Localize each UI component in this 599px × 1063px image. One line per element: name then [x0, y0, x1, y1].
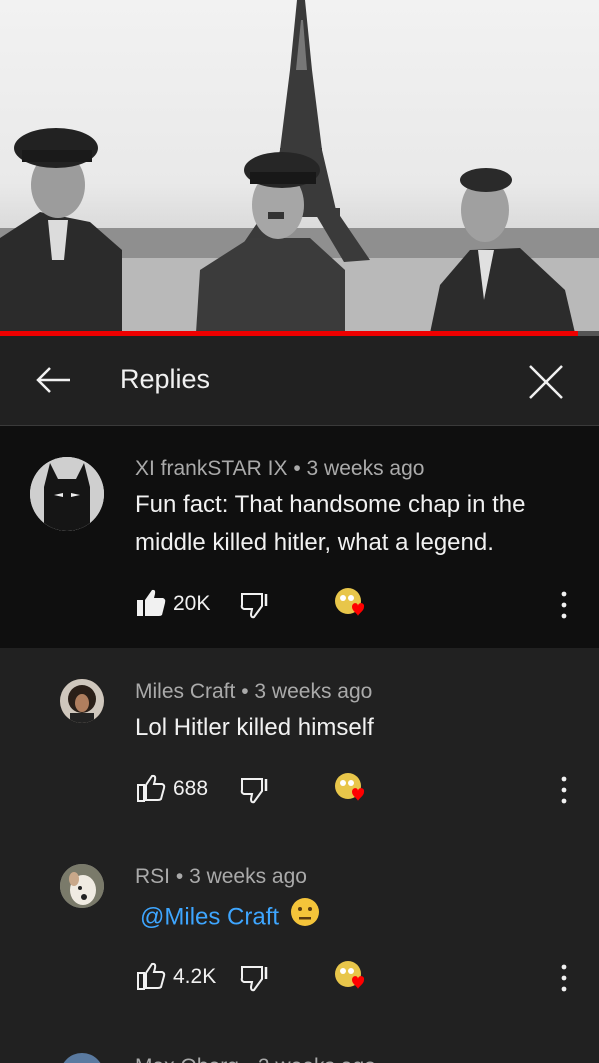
comment-author[interactable]: Miles Craft: [135, 680, 235, 703]
dislike-button[interactable]: [240, 590, 270, 620]
dislike-icon: [240, 966, 268, 992]
comment-meta: Miles Craft • 3 weeks ago: [135, 680, 372, 704]
dislike-icon: [240, 778, 268, 804]
comment-text: @Miles Craft: [140, 896, 580, 940]
like-filled-icon: [137, 589, 166, 616]
comment-author[interactable]: RSI: [135, 865, 170, 888]
meta-separator: •: [175, 865, 184, 888]
avatar[interactable]: [30, 457, 104, 531]
comment-time: 3 weeks ago: [306, 457, 425, 480]
like-icon: [137, 962, 166, 990]
comment-meta: XI frankSTAR IX • 3 weeks ago: [135, 457, 424, 481]
avatar[interactable]: [60, 679, 104, 723]
more-options-button[interactable]: [554, 588, 574, 622]
like-count: 4.2K: [173, 965, 217, 988]
comment-text: Fun fact: That handsome chap in the midd…: [135, 491, 526, 556]
meta-separator: •: [241, 680, 249, 703]
dislike-button[interactable]: [240, 775, 270, 805]
creator-heart-badge: [333, 586, 371, 622]
comment-meta: RSI • 3 weeks ago: [135, 865, 307, 889]
reply-item: Miles Craft • 3 weeks ago Lol Hitler kil…: [0, 648, 599, 833]
more-vert-icon: [561, 591, 567, 619]
dislike-icon: [240, 593, 268, 619]
comment-actions: 4.2K: [136, 961, 576, 995]
more-vert-icon: [561, 964, 567, 992]
close-icon: [529, 365, 563, 399]
close-button[interactable]: [524, 360, 568, 404]
comment-time: 2 weeks ago: [258, 1055, 376, 1063]
video-frame: [0, 0, 599, 333]
comment-author[interactable]: Max Oberg: [135, 1055, 239, 1063]
batman-avatar-icon: [30, 457, 104, 531]
comment-time: 3 weeks ago: [189, 865, 307, 888]
comment-actions: 20K: [136, 588, 576, 622]
like-button[interactable]: [136, 773, 170, 807]
like-icon: [137, 774, 166, 802]
dog-avatar-icon: [60, 864, 104, 908]
page-title: Replies: [120, 364, 211, 394]
comment-meta: Max Oberg • 2 weeks ago: [135, 1055, 376, 1063]
reply-item: RSI • 3 weeks ago @Miles Craft 4.2K: [0, 833, 599, 1023]
highlighted-comment: XI frankSTAR IX • 3 weeks ago Fun fact: …: [0, 426, 599, 648]
creator-heart-icon: [335, 588, 365, 616]
more-options-button[interactable]: [554, 961, 574, 995]
back-button[interactable]: [30, 360, 74, 400]
comment-actions: 688: [136, 773, 576, 807]
video-player[interactable]: [0, 0, 599, 333]
more-vert-icon: [561, 776, 567, 804]
comment-text: Lol Hitler killed himself: [135, 714, 374, 741]
comment-author[interactable]: XI frankSTAR IX: [135, 457, 288, 480]
like-button[interactable]: [136, 588, 170, 622]
meta-separator: •: [293, 457, 301, 480]
comment-time: 3 weeks ago: [254, 680, 373, 703]
dislike-button[interactable]: [240, 963, 270, 993]
like-count: 688: [173, 777, 209, 800]
like-count: 20K: [173, 592, 211, 615]
arrow-back-icon: [36, 367, 70, 393]
avatar[interactable]: [60, 1053, 104, 1063]
reply-item: Max Oberg • 2 weeks ago: [0, 1023, 599, 1063]
meta-separator: •: [245, 1055, 252, 1063]
like-button[interactable]: [136, 961, 170, 995]
creator-heart-icon: [335, 773, 365, 801]
more-options-button[interactable]: [554, 773, 574, 807]
replies-header: Replies: [0, 336, 599, 426]
avatar[interactable]: [60, 864, 104, 908]
creator-heart-icon: [335, 961, 365, 989]
creator-heart-badge: [333, 959, 371, 995]
mention-link[interactable]: @Miles Craft: [140, 903, 279, 930]
creator-heart-badge: [333, 771, 371, 807]
neutral-face-emoji: [289, 896, 321, 940]
person-avatar-icon: [60, 679, 104, 723]
